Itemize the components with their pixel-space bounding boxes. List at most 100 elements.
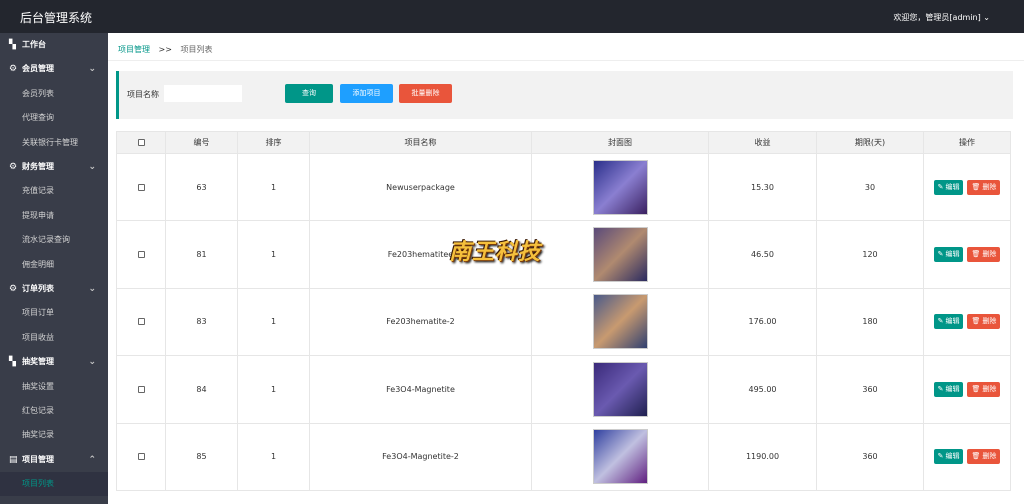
sidebar-item-label: 会员管理 [22, 64, 54, 74]
select-all-checkbox[interactable] [137, 139, 145, 146]
row-sort: 1 [237, 220, 310, 289]
table-header-row: 编号 排序 项目名称 封面图 收益 期限(天) 操作 [116, 131, 1011, 154]
edit-label: 编辑 [945, 182, 960, 191]
edit-icon: ✎ [937, 452, 944, 461]
sidebar-item[interactable]: 会员列表 [0, 82, 108, 106]
cover-image [592, 429, 648, 485]
add-project-button[interactable]: 添加项目 [340, 84, 393, 103]
chevron-down-icon: ⌄ [88, 162, 96, 172]
sidebar-item-label: 项目列表 [22, 479, 54, 489]
row-checkbox[interactable] [137, 318, 145, 326]
sidebar-item[interactable]: 项目列表 [0, 472, 108, 497]
sidebar-item[interactable]: 充值记录 [0, 179, 108, 203]
row-checkbox[interactable] [137, 183, 145, 191]
trash-icon: 🗑 [971, 250, 981, 259]
sidebar-item-label: 代理查询 [22, 113, 54, 123]
row-name: Fe3O4-Magnetite-2 [309, 422, 532, 491]
edit-button[interactable]: ✎ 编辑 [933, 381, 964, 397]
sidebar-item-label: 关联银行卡管理 [22, 137, 78, 147]
row-days: 360 [816, 422, 924, 491]
list-icon: ▤ [9, 454, 18, 465]
query-button[interactable]: 查询 [285, 84, 333, 103]
row-cover-cell [531, 422, 709, 491]
sidebar-group[interactable]: ⚙ 财务管理 ⌄ [0, 155, 108, 179]
row-id: 85 [165, 422, 238, 491]
sidebar-item-label: 项目订单 [22, 308, 54, 318]
row-checkbox[interactable] [137, 453, 145, 461]
col-id: 编号 [165, 131, 238, 154]
sidebar-item[interactable]: 项目订单 [0, 301, 108, 325]
col-actions: 操作 [923, 131, 1011, 154]
row-sort: 1 [237, 422, 310, 491]
breadcrumb-parent[interactable]: 项目管理 [118, 45, 150, 54]
edit-button[interactable]: ✎ 编辑 [933, 314, 964, 330]
edit-button[interactable]: ✎ 编辑 [933, 247, 964, 263]
edit-icon: ✎ [937, 317, 944, 326]
row-days: 30 [816, 152, 924, 222]
edit-label: 编辑 [945, 384, 960, 393]
sidebar-item[interactable]: 流水记录查询 [0, 228, 108, 252]
sidebar: ▚ 工作台 ⚙ 会员管理 ⌄ 会员列表 代理查询 关联银行卡管理 ⚙ 财务管理 ⌄ 充值记录 提现申请流… [0, 33, 108, 504]
delete-label: 删除 [982, 182, 997, 191]
sidebar-item[interactable]: 抽奖记录 [0, 423, 108, 447]
delete-button[interactable]: 🗑 删除 [967, 381, 1001, 397]
project-name-input[interactable] [163, 84, 243, 103]
breadcrumb-current: 项目列表 [180, 45, 213, 54]
table-row: 84 1 Fe3O4-Magnetite 495.00 360 ✎ 编辑 🗑 删除 [116, 355, 1011, 424]
row-sort: 1 [237, 355, 310, 424]
row-id: 84 [165, 355, 238, 424]
breadcrumb: 项目管理 >> 项目列表 [118, 44, 213, 55]
row-actions: ✎ 编辑 🗑 删除 [923, 355, 1011, 424]
gear-icon: ⚙ [9, 162, 18, 172]
table-row: 85 1 Fe3O4-Magnetite-2 1190.00 360 ✎ 编辑 🗑 删除 [116, 422, 1011, 491]
row-actions: ✎ 编辑 🗑 删除 [923, 220, 1011, 289]
sidebar-item-label: 财务管理 [22, 162, 54, 171]
row-income: 176.00 [708, 287, 817, 357]
sidebar-item-label: 抽奖记录 [22, 430, 54, 440]
sidebar-group[interactable]: ⚙ 订单列表 ⌄ [0, 277, 108, 301]
row-cover-cell [531, 287, 709, 357]
chevron-down-icon: ⌄ [88, 284, 96, 294]
sidebar-item[interactable]: 关联银行卡管理 [0, 131, 108, 155]
sidebar-group[interactable]: ▚ 抽奖管理 ⌄ [0, 350, 108, 374]
sidebar-item[interactable]: 佣金明细 [0, 253, 108, 277]
sidebar-group[interactable]: ▚ 工作台 [0, 33, 108, 57]
sidebar-item-label: 订单列表 [22, 284, 54, 293]
edit-label: 编辑 [945, 250, 960, 259]
row-id: 81 [165, 220, 238, 289]
delete-button[interactable]: 🗑 删除 [967, 314, 1001, 330]
row-actions: ✎ 编辑 🗑 删除 [923, 422, 1011, 491]
sidebar-item[interactable]: 红包记录 [0, 399, 108, 423]
row-checkbox[interactable] [137, 385, 145, 393]
row-income: 15.30 [708, 152, 817, 222]
table-row: 81 1 Fe203hematitee 46.50 120 ✎ 编辑 🗑 删除 [116, 220, 1011, 289]
row-days: 120 [816, 220, 924, 289]
row-income: 1190.00 [708, 422, 817, 491]
dashboard-icon: ▚ [9, 40, 16, 50]
batch-delete-button[interactable]: 批量删除 [399, 84, 452, 103]
delete-button[interactable]: 🗑 删除 [967, 179, 1001, 195]
edit-label: 编辑 [945, 317, 960, 326]
sidebar-group[interactable]: ⚙ 会员管理 ⌄ [0, 57, 108, 81]
edit-icon: ✎ [937, 182, 944, 191]
delete-button[interactable]: 🗑 删除 [967, 247, 1001, 263]
edit-label: 编辑 [945, 452, 960, 461]
edit-button[interactable]: ✎ 编辑 [933, 449, 964, 465]
sidebar-item[interactable]: 提现申请 [0, 204, 108, 228]
edit-button[interactable]: ✎ 编辑 [933, 179, 964, 195]
sidebar-item-label: 抽奖管理 [22, 357, 54, 367]
cover-image [592, 294, 648, 350]
sidebar-item[interactable]: 抽奖设置 [0, 375, 108, 399]
sidebar-item[interactable]: 项目收益 [0, 326, 108, 350]
row-cover-cell [531, 355, 709, 424]
row-select-cell [116, 220, 166, 289]
delete-button[interactable]: 🗑 删除 [967, 449, 1001, 465]
user-menu[interactable]: 欢迎您，管理员[admin] ⌄ [893, 12, 990, 23]
row-actions: ✎ 编辑 🗑 删除 [923, 287, 1011, 357]
divider [108, 60, 1024, 61]
sidebar-item[interactable]: 代理查询 [0, 106, 108, 130]
row-sort: 1 [237, 287, 310, 357]
sidebar-group[interactable]: ▤ 项目管理 ⌃ [0, 448, 108, 472]
table-row: 83 1 Fe203hematite-2 176.00 180 ✎ 编辑 🗑 删除 [116, 287, 1011, 357]
row-checkbox[interactable] [137, 251, 145, 259]
